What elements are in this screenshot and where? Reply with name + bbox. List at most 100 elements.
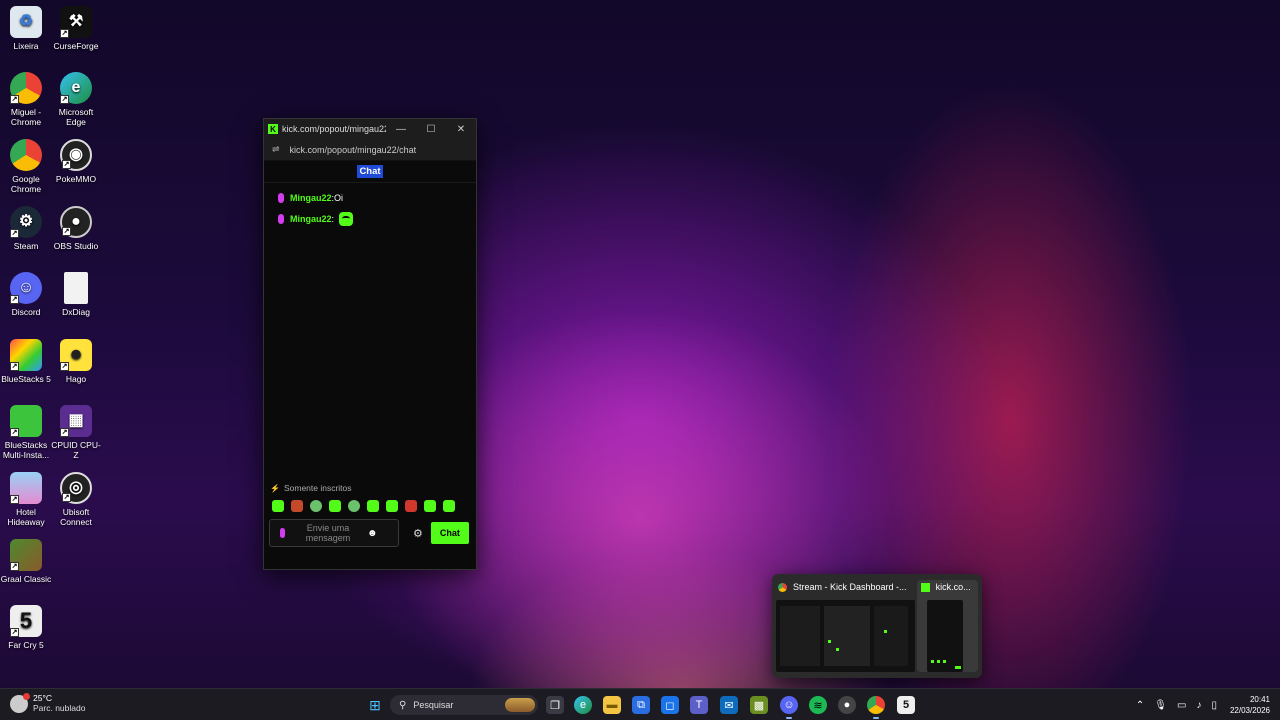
- desktop-icon-graal[interactable]: ↗ Graal Classic: [0, 539, 52, 584]
- preview-title: Stream - Kick Dashboard -...: [793, 582, 907, 592]
- obs-icon[interactable]: ●: [838, 696, 856, 714]
- desktop-icon-dxdiag[interactable]: DxDiag: [50, 272, 102, 317]
- emote-icon[interactable]: [329, 500, 341, 512]
- clock-time: 20:41: [1249, 695, 1270, 704]
- graal-icon: ↗: [10, 539, 42, 571]
- kick-emote-icon: [339, 212, 354, 226]
- weather-icon: [10, 692, 30, 713]
- desktop-icon-lixeira[interactable]: ♻ Lixeira: [0, 6, 52, 51]
- task-view-icon[interactable]: ❐: [546, 696, 564, 714]
- subscribers-only-label: Somente inscritos: [283, 483, 352, 493]
- emote-icon[interactable]: [291, 500, 303, 512]
- battery-icon[interactable]: ▯: [1211, 700, 1217, 711]
- desktop-icon-steam[interactable]: ⚙ ↗ Steam: [0, 206, 52, 251]
- address-bar[interactable]: ⇌ kick.com/popout/mingau22/chat: [264, 139, 476, 161]
- minimize-icon[interactable]: —: [386, 124, 416, 135]
- send-chat-button[interactable]: Chat: [430, 522, 469, 544]
- preview-item-kick-chat[interactable]: kick.co...: [916, 580, 978, 672]
- taskbar-clock[interactable]: 20:41 22/03/2026: [1230, 694, 1270, 716]
- preview-item-stream-dashboard[interactable]: Stream - Kick Dashboard -...: [776, 580, 915, 672]
- chrome-icon[interactable]: [867, 696, 885, 719]
- chat-header: Chat: [264, 161, 476, 183]
- farcry5-icon: 5 ↗: [10, 605, 42, 637]
- farcry5-icon[interactable]: 5: [897, 696, 915, 714]
- chevron-up-icon[interactable]: ⌃: [1136, 700, 1144, 711]
- desktop-icon-label: CurseForge: [53, 41, 99, 51]
- microphone-badge-icon: [278, 193, 284, 203]
- spotify-icon[interactable]: ≋: [809, 696, 827, 714]
- chrome-icon: [10, 139, 42, 171]
- desktop-icon-bluestacks[interactable]: ↗ BlueStacks 5: [0, 339, 52, 384]
- search-highlight-icon: [505, 698, 535, 712]
- desktop-icon-google-chrome[interactable]: Google Chrome: [0, 139, 52, 194]
- chat-message-input[interactable]: Envie uma mensagem ☻: [269, 519, 399, 547]
- desktop-icon-farcry5[interactable]: 5 ↗ Far Cry 5: [0, 605, 52, 650]
- desktop-icon-miguel-chrome[interactable]: ↗ Miguel - Chrome: [0, 72, 52, 127]
- taskbar-search[interactable]: ⚲ Pesquisar: [390, 695, 538, 715]
- emote-icon[interactable]: [424, 500, 436, 512]
- tab-chat[interactable]: Chat: [357, 165, 383, 178]
- site-settings-icon[interactable]: ⇌: [272, 144, 280, 155]
- desktop-icon-label: Discord: [11, 307, 41, 317]
- desktop-icon-pokemmo[interactable]: ◉ ↗ PokeMMO: [50, 139, 102, 184]
- microsoft-store-icon[interactable]: ⧉: [632, 696, 650, 714]
- edge-icon[interactable]: e: [574, 696, 592, 714]
- window-titlebar[interactable]: K kick.com/popout/mingau22... — ☐ ✕: [264, 119, 476, 139]
- weather-widget[interactable]: 25°C Parc. nublado: [10, 692, 85, 714]
- lightning-icon: ⚡: [270, 483, 280, 493]
- gear-icon[interactable]: ⚙: [413, 527, 423, 540]
- outlook-icon[interactable]: ✉: [720, 696, 738, 714]
- desktop-icon-label: Graal Classic: [0, 574, 52, 584]
- maximize-icon[interactable]: ☐: [416, 124, 446, 135]
- curseforge-icon: ⚒ ↗: [60, 6, 92, 38]
- network-icon[interactable]: ▭: [1177, 700, 1186, 711]
- chat-text: Oi: [334, 193, 344, 203]
- microphone-badge-icon: [280, 528, 285, 538]
- emote-icon[interactable]: [367, 500, 379, 512]
- volume-icon[interactable]: ♪: [1196, 700, 1201, 711]
- weather-temperature: 25°C: [33, 693, 52, 703]
- emote-icon[interactable]: [405, 500, 417, 512]
- emoji-picker-icon[interactable]: ☻: [367, 528, 378, 539]
- discord-icon[interactable]: ☺: [780, 696, 798, 719]
- microphone-icon[interactable]: 🎙: [1154, 700, 1167, 711]
- desktop-icon-obs[interactable]: ● ↗ OBS Studio: [50, 206, 102, 251]
- desktop-icon-discord[interactable]: ☺ ↗ Discord: [0, 272, 52, 317]
- desktop-icon-label: Microsoft Edge: [58, 107, 94, 127]
- desktop-icon-label: Ubisoft Connect: [60, 507, 92, 527]
- desktop-icon-label: OBS Studio: [53, 241, 99, 251]
- desktop-icon-label: DxDiag: [62, 307, 90, 317]
- desktop-icon-bluestacks-multi[interactable]: ↗ BlueStacks Multi-Insta...: [0, 405, 52, 460]
- emote-quickbar: [264, 495, 476, 513]
- chat-username[interactable]: Mingau22: [290, 214, 332, 224]
- app-icon[interactable]: ◻: [661, 696, 679, 714]
- desktop-icon-hago[interactable]: ☻ ↗ Hago: [50, 339, 102, 384]
- desktop-icon-edge[interactable]: e ↗ Microsoft Edge: [50, 72, 102, 127]
- desktop-icon-hotel-hideaway[interactable]: ↗ Hotel Hideaway: [0, 472, 52, 527]
- desktop-icon-curseforge[interactable]: ⚒ ↗ CurseForge: [50, 6, 102, 51]
- hago-icon: ☻ ↗: [60, 339, 92, 371]
- taskbar-thumbnail-preview: Stream - Kick Dashboard -... kick.co...: [772, 574, 982, 678]
- ubisoft-icon: ◎ ↗: [60, 472, 92, 504]
- recycle-bin-icon: ♻: [10, 6, 42, 38]
- emote-icon[interactable]: [443, 500, 455, 512]
- file-explorer-icon[interactable]: ▬: [603, 696, 621, 714]
- minecraft-icon[interactable]: ▩: [750, 696, 768, 714]
- desktop-icon-label: BlueStacks Multi-Insta...: [2, 440, 50, 460]
- emote-icon[interactable]: [348, 500, 360, 512]
- microphone-badge-icon: [278, 214, 284, 224]
- taskbar: 25°C Parc. nublado ⊞ ⚲ Pesquisar ❐ e ▬ ⧉…: [0, 688, 1280, 720]
- emote-icon[interactable]: [386, 500, 398, 512]
- chrome-profile-icon: ↗: [10, 72, 42, 104]
- emote-icon[interactable]: [272, 500, 284, 512]
- window-title: kick.com/popout/mingau22...: [282, 124, 386, 134]
- windows-start-icon[interactable]: ⊞: [366, 696, 384, 714]
- pokemmo-icon: ◉ ↗: [60, 139, 92, 171]
- chrome-icon: [778, 582, 787, 592]
- desktop-icon-cpuz[interactable]: ▦ ↗ CPUID CPU-Z: [50, 405, 102, 460]
- chat-username[interactable]: Mingau22: [290, 193, 332, 203]
- emote-icon[interactable]: [310, 500, 322, 512]
- close-icon[interactable]: ✕: [446, 124, 476, 135]
- teams-icon[interactable]: T: [690, 696, 708, 714]
- desktop-icon-ubisoft[interactable]: ◎ ↗ Ubisoft Connect: [50, 472, 102, 527]
